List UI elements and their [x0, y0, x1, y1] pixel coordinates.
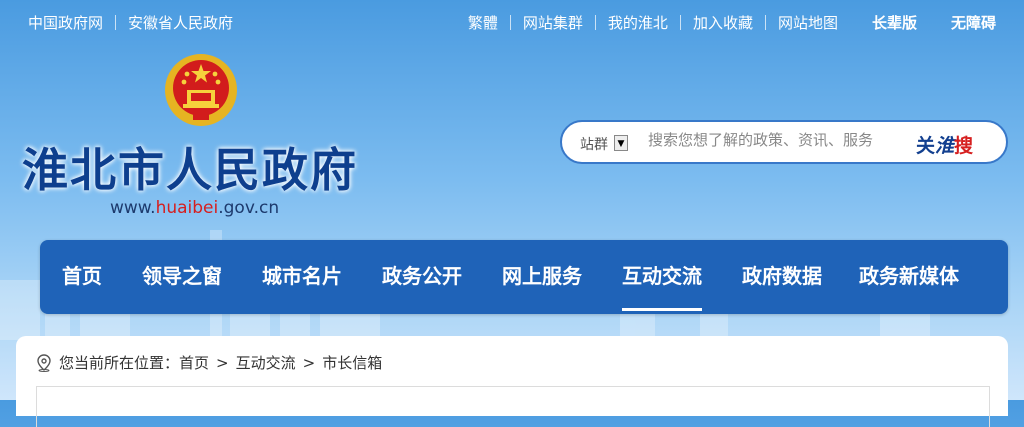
top-bar: 中国政府网 安徽省人民政府 繁體 网站集群 我的淮北 加入收藏 网站地图 长辈版…	[0, 0, 1024, 44]
breadcrumb-mayor-mailbox[interactable]: 市长信箱	[322, 352, 382, 373]
search-scope-label: 站群	[580, 137, 608, 153]
link-site-cluster[interactable]: 网站集群	[523, 12, 583, 33]
nav-item-new-media[interactable]: 政务新媒体	[859, 240, 959, 314]
nav-items: 首页 领导之窗 城市名片 政务公开 网上服务 互动交流 政府数据 政务新媒体	[40, 240, 959, 314]
divider	[594, 15, 596, 30]
divider	[509, 15, 511, 30]
breadcrumb-separator: >	[302, 353, 316, 372]
main-nav: 首页 领导之窗 城市名片 政务公开 网上服务 互动交流 政府数据 政务新媒体	[40, 240, 1008, 314]
link-my-huaibei[interactable]: 我的淮北	[608, 12, 668, 33]
link-site-map[interactable]: 网站地图	[778, 12, 838, 33]
site-title: 淮北市人民政府	[22, 143, 358, 197]
link-accessibility[interactable]: 无障碍	[951, 12, 996, 33]
nav-item-leaders[interactable]: 领导之窗	[142, 240, 222, 314]
nav-item-interaction[interactable]: 互动交流	[622, 240, 702, 314]
site-url: www.huaibei.gov.cn	[110, 198, 280, 218]
divider	[679, 15, 681, 30]
scope-dropdown-icon[interactable]: ▼	[614, 135, 628, 151]
breadcrumb: 您当前所在位置： 首页 > 互动交流 > 市长信箱	[36, 352, 382, 373]
link-add-favorite[interactable]: 加入收藏	[693, 12, 753, 33]
location-pin-icon	[37, 353, 51, 372]
top-left-links: 中国政府网 安徽省人民政府	[28, 12, 233, 33]
nav-item-city-card[interactable]: 城市名片	[262, 240, 342, 314]
link-china-gov[interactable]: 中国政府网	[28, 12, 103, 33]
nav-item-gov-affairs[interactable]: 政务公开	[382, 240, 462, 314]
top-right-links: 繁體 网站集群 我的淮北 加入收藏 网站地图 长辈版 无障碍	[468, 12, 996, 33]
search-button[interactable]: 关淮搜	[916, 131, 973, 158]
search-box: 站群 ▼ 关淮搜	[560, 120, 1008, 164]
nav-item-home[interactable]: 首页	[62, 240, 102, 314]
breadcrumb-interaction[interactable]: 互动交流	[236, 352, 296, 373]
breadcrumb-separator: >	[216, 353, 229, 372]
breadcrumb-prefix: 您当前所在位置：	[59, 354, 180, 372]
link-traditional-chinese[interactable]: 繁體	[468, 12, 498, 33]
link-anhui-gov[interactable]: 安徽省人民政府	[128, 12, 233, 33]
divider	[115, 15, 117, 30]
search-input[interactable]	[646, 124, 894, 156]
national-emblem-icon	[165, 54, 237, 126]
link-elder-mode[interactable]: 长辈版	[872, 12, 917, 33]
divider	[764, 15, 766, 30]
breadcrumb-home[interactable]: 首页	[179, 352, 209, 373]
nav-item-online-services[interactable]: 网上服务	[502, 240, 582, 314]
content-panel: 您当前所在位置： 首页 > 互动交流 > 市长信箱	[16, 336, 1008, 427]
nav-item-gov-data[interactable]: 政府数据	[742, 240, 822, 314]
content-box	[36, 386, 990, 427]
